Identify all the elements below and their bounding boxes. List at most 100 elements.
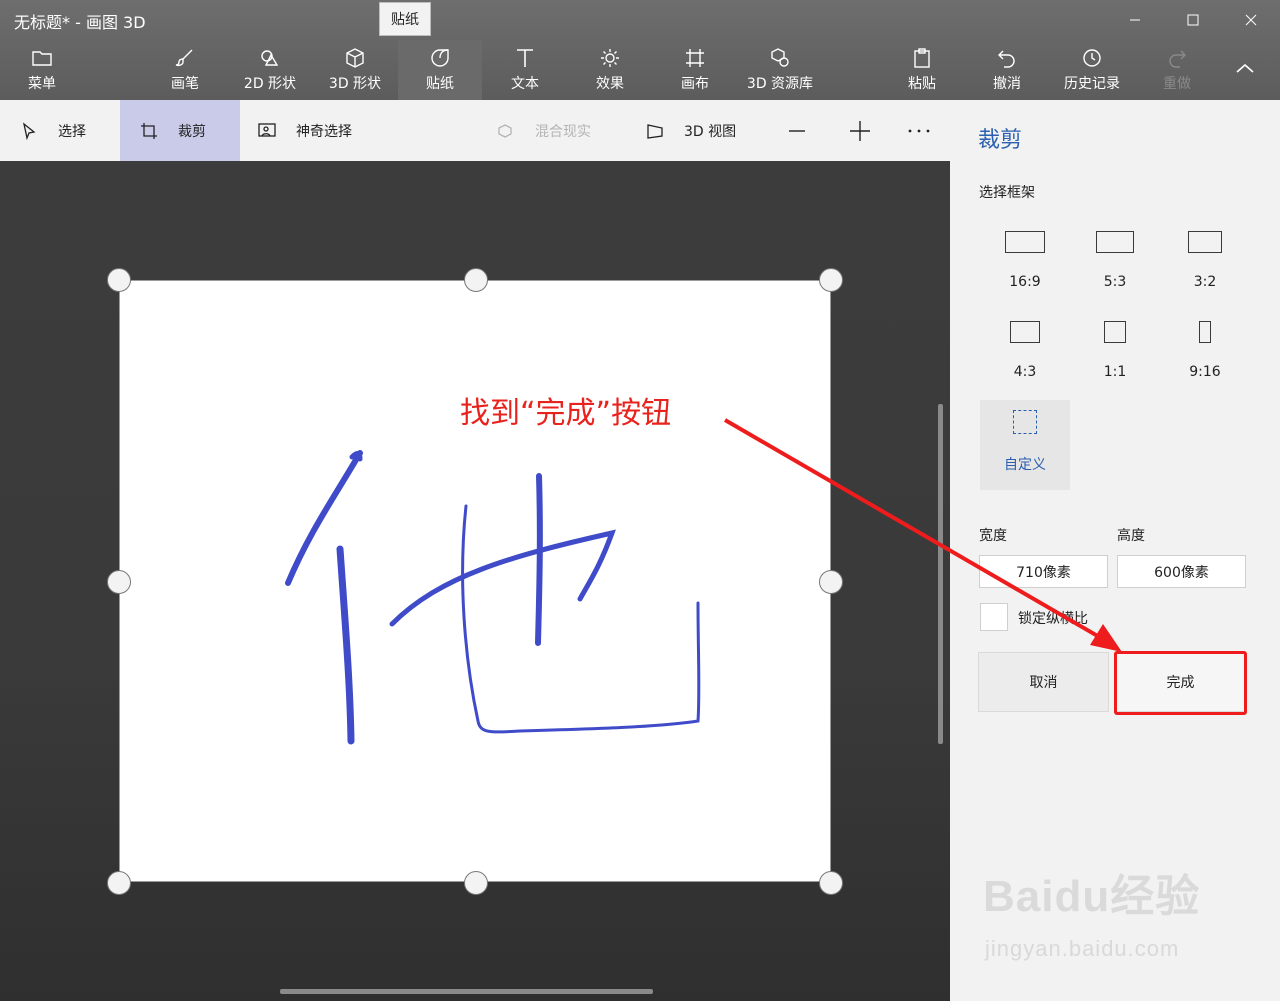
menu-button[interactable]: 菜单	[0, 40, 84, 100]
crop-handle-bottom-left[interactable]	[107, 871, 131, 895]
ratio-4-3-label: 4:3	[1013, 364, 1037, 380]
ratio-4-3-icon	[1010, 321, 1040, 343]
plus-icon	[850, 120, 870, 141]
shapes-2d-button[interactable]: 2D 形状	[228, 40, 312, 100]
canvas-label: 画布	[681, 76, 709, 92]
vertical-scrollbar[interactable]	[938, 404, 943, 744]
shapes-3d-button[interactable]: 3D 形状	[313, 40, 397, 100]
close-button[interactable]	[1222, 0, 1280, 40]
cursor-icon	[22, 121, 36, 140]
brush-icon	[175, 49, 193, 67]
menu-label: 菜单	[28, 76, 56, 92]
ratio-custom-label: 自定义	[1004, 457, 1046, 473]
undo-icon	[998, 50, 1015, 68]
crop-handle-bottom[interactable]	[464, 871, 488, 895]
mixed-reality-tool[interactable]: 混合现实	[497, 100, 591, 161]
brushes-label: 画笔	[171, 76, 199, 92]
library-3d-button[interactable]: 3D 资源库	[738, 40, 822, 100]
minimize-button[interactable]	[1106, 0, 1164, 40]
mixed-reality-label: 混合现实	[535, 123, 591, 140]
history-label: 历史记录	[1064, 76, 1120, 92]
baidu-watermark-url: jingyan.baidu.com	[985, 936, 1180, 961]
tool-options-bar: 选择 裁剪 神奇选择 混合现实 3D 视图	[0, 100, 950, 161]
canvas-button[interactable]: 画布	[653, 40, 737, 100]
crop-label: 裁剪	[178, 123, 206, 140]
mixed-reality-icon	[498, 123, 512, 138]
chevron-up-icon	[1236, 63, 1254, 73]
folder-icon	[32, 51, 52, 66]
horizontal-scrollbar[interactable]	[280, 989, 653, 994]
paste-label: 粘贴	[908, 76, 936, 92]
crop-handle-left[interactable]	[107, 570, 131, 594]
shapes-2d-label: 2D 形状	[243, 76, 297, 92]
history-icon	[1083, 49, 1101, 67]
clipboard-icon	[914, 48, 930, 68]
minus-icon	[789, 129, 805, 132]
stickers-button[interactable]: 贴纸	[398, 40, 482, 100]
ratio-1-1-icon-wrap	[1104, 314, 1126, 364]
lock-aspect-checkbox[interactable]	[980, 603, 1008, 631]
sticker-icon	[431, 49, 449, 67]
ratio-3-2-icon	[1188, 231, 1222, 253]
paste-button[interactable]: 粘贴	[880, 40, 964, 100]
ratio-5-3-button[interactable]: 5:3	[1070, 224, 1160, 314]
crop-handle-top-right[interactable]	[819, 268, 843, 292]
crop-handle-top-left[interactable]	[107, 268, 131, 292]
ratio-16-9-button[interactable]: 16:9	[980, 224, 1070, 314]
more-options-button[interactable]	[908, 100, 950, 161]
select-tool[interactable]: 选择	[0, 100, 120, 161]
ratio-9-16-icon-wrap	[1199, 314, 1211, 364]
crop-icon	[141, 122, 157, 139]
frame-section-label: 选择框架	[979, 185, 1035, 201]
ratio-4-3-icon-wrap	[1010, 314, 1040, 364]
zoom-in-button[interactable]	[849, 100, 891, 161]
effects-label: 效果	[596, 76, 624, 92]
view-3d-icon	[647, 123, 663, 139]
crop-handle-right[interactable]	[819, 570, 843, 594]
redo-label: 重做	[1163, 76, 1191, 92]
sun-icon	[601, 49, 619, 67]
view-3d-tool[interactable]: 3D 视图	[646, 100, 736, 161]
drawing-canvas[interactable]	[119, 280, 831, 882]
collapse-ribbon-button[interactable]	[1210, 40, 1280, 100]
crop-handle-bottom-right[interactable]	[819, 871, 843, 895]
stickers-tooltip: 贴纸	[379, 2, 431, 36]
ratio-custom-icon-wrap	[1013, 404, 1037, 454]
minimize-icon	[1130, 19, 1140, 21]
maximize-button[interactable]	[1164, 0, 1222, 40]
ratio-3-2-label: 3:2	[1193, 274, 1217, 290]
ratio-custom-button[interactable]: 自定义	[980, 400, 1070, 490]
lock-aspect-label: 锁定纵横比	[1018, 611, 1088, 627]
ratio-1-1-button[interactable]: 1:1	[1070, 314, 1160, 404]
baidu-watermark-logo: Baidu经验	[983, 872, 1201, 921]
ratio-1-1-icon	[1104, 321, 1126, 343]
text-button[interactable]: 文本	[483, 40, 567, 100]
undo-label: 撤消	[993, 76, 1021, 92]
maximize-icon	[1187, 14, 1199, 26]
brushes-button[interactable]: 画笔	[143, 40, 227, 100]
magic-select-tool[interactable]: 神奇选择	[258, 100, 352, 161]
effects-button[interactable]: 效果	[568, 40, 652, 100]
undo-button[interactable]: 撤消	[965, 40, 1049, 100]
height-input[interactable]: 600像素	[1117, 555, 1246, 588]
view-3d-label: 3D 视图	[684, 123, 737, 140]
redo-button[interactable]: 重做	[1135, 40, 1219, 100]
crop-handle-top[interactable]	[464, 268, 488, 292]
zoom-out-button[interactable]	[788, 100, 826, 161]
ratio-9-16-button[interactable]: 9:16	[1160, 314, 1250, 404]
width-input[interactable]: 710像素	[979, 555, 1108, 588]
crop-tool[interactable]: 裁剪	[120, 100, 240, 161]
annotation-text: 找到“完成”按钮	[460, 396, 672, 431]
history-button[interactable]: 历史记录	[1050, 40, 1134, 100]
text-icon	[517, 49, 533, 67]
cube-icon	[346, 48, 364, 68]
cancel-button[interactable]: 取消	[978, 652, 1109, 712]
annotation-highlight-box	[1114, 651, 1247, 715]
ratio-4-3-button[interactable]: 4:3	[980, 314, 1070, 404]
ratio-5-3-icon-wrap	[1096, 224, 1134, 274]
magic-select-icon	[258, 122, 276, 137]
window-title: 无标题* - 画图 3D	[14, 13, 146, 32]
width-label: 宽度	[979, 528, 1007, 544]
ratio-3-2-button[interactable]: 3:2	[1160, 224, 1250, 314]
ratio-5-3-label: 5:3	[1103, 274, 1127, 290]
